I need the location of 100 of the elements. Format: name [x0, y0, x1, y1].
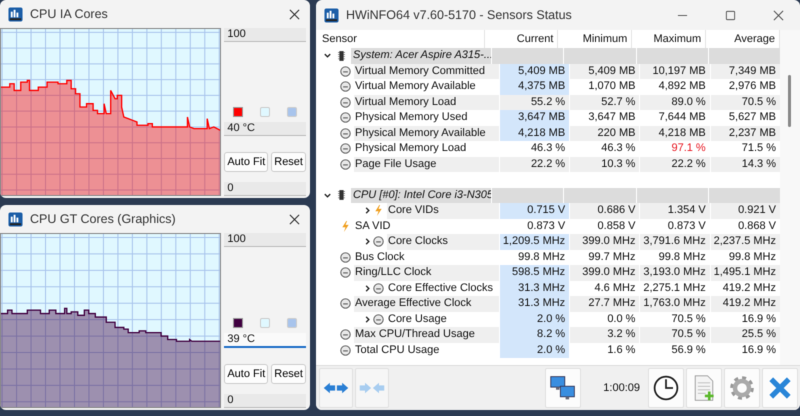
- max-field[interactable]: 100: [224, 28, 306, 42]
- gauge-icon: [340, 158, 351, 170]
- chevron-icon[interactable]: [363, 206, 372, 216]
- sensor-name: Core Clocks: [387, 234, 499, 250]
- average-value: 7,349 MB: [710, 64, 780, 79]
- maximum-value: 70.5 %: [639, 327, 710, 342]
- current-value: 2.0 %: [498, 312, 570, 327]
- lightning-icon: [340, 220, 351, 232]
- gauge-icon: [340, 96, 351, 108]
- maximum-value: 10,197 MB: [639, 64, 710, 79]
- arrows-together-icon: [358, 381, 386, 395]
- maximize-icon[interactable]: [725, 10, 736, 20]
- color-swatch[interactable]: [260, 318, 270, 328]
- window-title: CPU GT Cores (Graphics): [30, 212, 177, 226]
- gauge-icon: [340, 81, 351, 92]
- arrows-apart-icon: [322, 381, 350, 395]
- average-value: 2,237 MB: [710, 126, 780, 141]
- scrollbar[interactable]: [780, 30, 800, 365]
- min-field[interactable]: 0: [224, 394, 306, 408]
- elapsed-time: 1:00:09: [603, 382, 640, 394]
- network-button[interactable]: [545, 368, 582, 408]
- app-icon: [8, 212, 23, 226]
- color-swatch[interactable]: [287, 318, 298, 328]
- expand-button[interactable]: [319, 368, 353, 408]
- gear-icon: [728, 374, 756, 402]
- reset-button[interactable]: Reset: [271, 364, 306, 384]
- sensor-name: SA VID: [354, 218, 392, 234]
- average-value: 2,237.5 MHz: [710, 234, 780, 250]
- current-value: 5,409 MB: [498, 64, 570, 79]
- sensor-name: Virtual Memory Load: [354, 94, 499, 110]
- close-icon[interactable]: [289, 8, 300, 20]
- sensor-name: Page File Usage: [354, 156, 499, 172]
- current-value: 8.2 %: [498, 327, 570, 342]
- computers-icon: [549, 374, 578, 402]
- close-button[interactable]: [762, 368, 798, 408]
- sensor-name: Virtual Memory Available: [354, 79, 477, 94]
- maximum-value: 56.9 %: [639, 342, 710, 358]
- chevron-icon[interactable]: [363, 284, 372, 293]
- current-value: 4,218 MB: [498, 126, 570, 141]
- close-icon[interactable]: [289, 214, 300, 224]
- close-icon[interactable]: [773, 10, 784, 20]
- maximum-value: 89.0 %: [639, 94, 710, 110]
- chevron-icon[interactable]: [323, 51, 332, 60]
- gauge-icon: [373, 236, 384, 248]
- current-value: 598.5 MHz: [498, 265, 570, 280]
- auto-fit-button[interactable]: Auto Fit: [224, 364, 268, 384]
- auto-fit-button[interactable]: Auto Fit: [224, 152, 268, 172]
- color-swatch[interactable]: [287, 107, 298, 117]
- gauge-icon: [340, 329, 351, 340]
- sensor-name: Core Effective Clocks: [387, 280, 494, 296]
- sensor-name: Total CPU Usage: [354, 342, 440, 358]
- sensor-name: Virtual Memory Committed: [354, 64, 499, 79]
- minimum-value: 52.7 %: [569, 94, 640, 110]
- gauge-icon: [340, 128, 351, 139]
- minimum-value: 399.0 MHz: [569, 234, 640, 250]
- maximum-value: 1,763.0 MHz: [639, 296, 710, 312]
- average-value: 1,495.1 MHz: [710, 265, 780, 280]
- lightning-icon: [373, 205, 384, 216]
- current-value: 4,375 MB: [498, 79, 570, 94]
- clock-button[interactable]: [648, 368, 684, 408]
- average-value: 25.5 %: [710, 327, 780, 342]
- color-swatch[interactable]: [232, 107, 243, 117]
- current-value: 22.2 %: [498, 156, 570, 172]
- current-value: 31.3 MHz: [498, 296, 570, 312]
- gauge-icon: [373, 314, 384, 325]
- sensor-name: Average Effective Clock: [354, 296, 499, 312]
- minimum-value: 10.3 %: [569, 156, 640, 172]
- color-swatch[interactable]: [260, 107, 270, 117]
- average-value: 419.2 MHz: [710, 296, 780, 312]
- average-value: 70.5 %: [710, 94, 780, 110]
- minimum-value: 27.7 MHz: [569, 296, 640, 312]
- sensor-name: Max CPU/Thread Usage: [354, 327, 499, 342]
- app-icon: [324, 8, 339, 22]
- min-field[interactable]: 0: [224, 182, 306, 196]
- gauge-icon: [340, 267, 351, 278]
- chevron-icon[interactable]: [323, 190, 332, 200]
- sensor-name: Core VIDs: [387, 203, 499, 218]
- value-field[interactable]: 40 °C: [224, 122, 306, 136]
- minimum-value: 0.686 V: [569, 203, 640, 218]
- group-name: System: Acer Aspire A315-...: [351, 48, 493, 64]
- gauge-icon: [340, 112, 351, 124]
- reset-button[interactable]: Reset: [271, 152, 306, 172]
- chip-icon: [338, 50, 345, 62]
- chip-icon: [338, 189, 345, 202]
- sensor-name: Ring/LLC Clock: [354, 265, 499, 280]
- maximum-value: 1.354 V: [639, 203, 710, 218]
- settings-button[interactable]: [724, 368, 760, 408]
- average-value: 0.921 V: [710, 203, 780, 218]
- maximum-value: 3,791.6 MHz: [639, 234, 710, 250]
- app-icon: [8, 6, 23, 22]
- chevron-icon[interactable]: [363, 314, 372, 324]
- minimum-value: 1.6 %: [569, 342, 640, 358]
- color-swatch[interactable]: [232, 318, 243, 328]
- sensor-name: Physical Memory Load: [354, 141, 468, 156]
- chevron-icon[interactable]: [363, 237, 372, 246]
- current-value: 1,209.5 MHz: [498, 234, 570, 250]
- value-field[interactable]: 39 °C: [224, 333, 306, 348]
- sensor-name: Physical Memory Available: [354, 126, 499, 141]
- gauge-icon: [373, 282, 384, 294]
- max-field[interactable]: 100: [224, 233, 306, 247]
